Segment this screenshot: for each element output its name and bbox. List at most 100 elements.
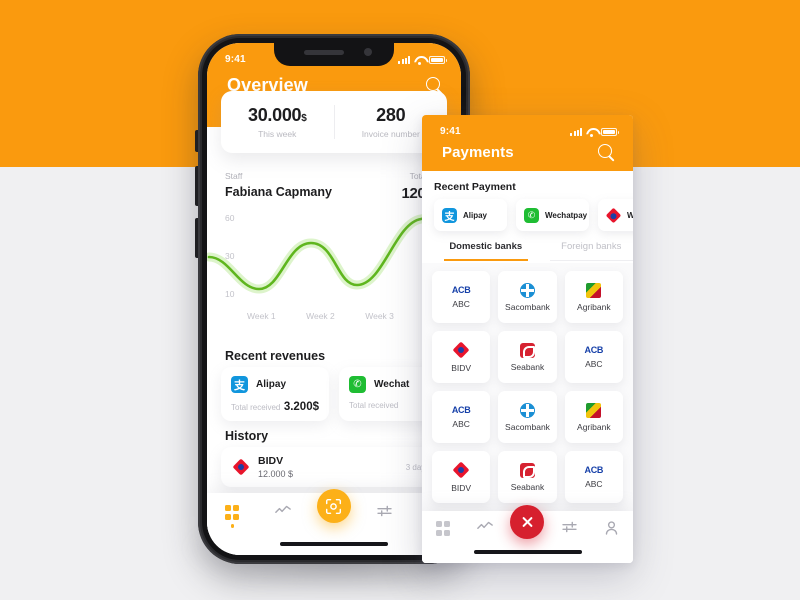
bank-cell-sacombank[interactable]: Sacombank — [498, 271, 557, 323]
alipay-logo: 支 — [231, 376, 248, 393]
nav-tab-dashboard[interactable] — [215, 505, 249, 528]
summary-stats-card: 30.000$ This week 280 Invoice number — [221, 91, 447, 153]
nav-tab-filter[interactable] — [553, 521, 587, 533]
grid-icon — [435, 521, 451, 536]
phone-volume-up-button — [195, 166, 198, 206]
payments-panel: 9:41 Payments Recent Payment 支 Alipay ✆ … — [422, 115, 633, 563]
tab-foreign-banks[interactable]: Foreign banks — [549, 241, 633, 261]
x-tick-week-3: Week 3 — [365, 311, 394, 321]
battery-icon — [601, 127, 619, 136]
wifi-icon — [414, 56, 425, 65]
battery-icon — [429, 55, 447, 64]
recent-payment-heading: Recent Payment — [434, 181, 516, 193]
stat-this-week: 30.000$ This week — [221, 105, 334, 139]
bank-cell-seabank[interactable]: Seabank — [498, 451, 557, 503]
bank-name: BIDV — [451, 482, 472, 493]
home-indicator — [280, 542, 388, 546]
history-item-bidv[interactable]: BIDV 12.000 $ 3 days a — [221, 447, 447, 487]
bank-cell-acb[interactable]: ACB ABC — [564, 451, 623, 503]
payments-bottom-nav — [422, 505, 633, 563]
filter-icon — [562, 521, 577, 533]
bank-cell-agribank[interactable]: Agribank — [564, 391, 623, 443]
grid-icon — [224, 505, 240, 520]
home-indicator — [473, 550, 582, 554]
wechat-logo: ✆ — [524, 207, 539, 223]
sacombank-logo — [519, 402, 535, 418]
close-icon — [521, 516, 534, 529]
revenue-total-label: Total received — [349, 401, 399, 410]
bank-name: ABC — [452, 299, 470, 309]
tab-domestic-banks[interactable]: Domestic banks — [444, 241, 528, 261]
staff-name: Fabiana Capmany — [225, 185, 332, 199]
history-heading: History — [225, 429, 269, 443]
bidv-logo — [605, 207, 622, 223]
close-fab-button[interactable] — [510, 505, 545, 539]
signal-bars-icon — [570, 127, 582, 136]
acb-logo: ACB — [584, 345, 604, 355]
bank-cell-agribank[interactable]: Agribank — [564, 271, 623, 323]
signal-bars-icon — [398, 55, 410, 64]
search-icon[interactable] — [598, 144, 615, 161]
analytics-line-icon — [477, 521, 494, 529]
bank-cell-acb[interactable]: ACB ABC — [432, 391, 491, 443]
bank-name: Agribank — [577, 421, 611, 432]
recent-payment-wechatpay[interactable]: ✆ Wechatpay — [516, 199, 589, 231]
scan-fab-button[interactable] — [316, 489, 351, 523]
filter-icon — [377, 505, 392, 517]
revenue-card-name: Wechat — [374, 379, 410, 390]
nav-tab-analytics[interactable] — [468, 521, 502, 531]
sacombank-logo — [519, 282, 535, 298]
acb-logo: ACB — [451, 405, 471, 415]
bidv-logo — [452, 341, 470, 359]
staff-revenue-row: Staff Total Rev Fabiana Capmany 120.00 — [225, 171, 445, 202]
payments-header: 9:41 Payments — [422, 115, 633, 171]
history-item-name: BIDV — [258, 455, 284, 467]
screenshot-canvas: 9:41 Overview 30.000$ This week 280 Invo… — [0, 0, 800, 600]
revenue-total-value: 3.200$ — [283, 401, 319, 413]
status-bar: 9:41 — [207, 43, 461, 69]
bank-name: Agribank — [577, 301, 611, 312]
analytics-line-icon — [275, 505, 292, 513]
bank-name: Sacombank — [505, 421, 550, 432]
active-tab-dot — [230, 524, 235, 528]
bank-cell-bidv[interactable]: BIDV — [432, 331, 491, 383]
stat-label: This week — [258, 129, 297, 139]
recent-payment-chips: 支 Alipay ✆ Wechatpay W — [434, 199, 633, 231]
scan-icon — [326, 498, 342, 514]
alipay-logo: 支 — [442, 207, 457, 223]
revenue-card-name: Alipay — [256, 379, 287, 390]
acb-logo: ACB — [584, 465, 604, 475]
recent-payment-bidv[interactable]: W — [598, 199, 633, 231]
nav-tab-profile[interactable] — [595, 521, 629, 535]
revenue-total-label: Total received — [231, 403, 281, 412]
bank-name: BIDV — [451, 362, 472, 373]
page-title: Payments — [442, 144, 514, 161]
bank-cell-bidv[interactable]: BIDV — [432, 451, 491, 503]
wechat-logo: ✆ — [349, 376, 366, 393]
bank-name: ABC — [452, 419, 470, 429]
nav-tab-dashboard[interactable] — [426, 521, 460, 536]
bank-cell-seabank[interactable]: Seabank — [498, 331, 557, 383]
x-tick-week-2: Week 2 — [306, 311, 335, 321]
bank-cell-acb[interactable]: ACB ABC — [432, 271, 491, 323]
bank-category-tabs: Domestic banks Foreign banks — [422, 241, 633, 261]
nav-tab-filter[interactable] — [368, 505, 402, 517]
status-bar: 9:41 — [422, 115, 633, 141]
revenue-card-alipay[interactable]: 支 Alipay Total received 3.200$ — [221, 367, 329, 421]
recent-payment-alipay[interactable]: 支 Alipay — [434, 199, 507, 231]
stat-value: 30.000$ — [247, 105, 307, 125]
nav-tab-analytics[interactable] — [266, 505, 300, 515]
chip-label: Alipay — [463, 210, 488, 220]
wifi-icon — [586, 128, 597, 137]
bank-cell-sacombank[interactable]: Sacombank — [498, 391, 557, 443]
status-icons — [398, 55, 447, 65]
bidv-logo — [232, 458, 249, 476]
seabank-logo — [519, 342, 536, 358]
status-time: 9:41 — [440, 126, 461, 137]
phone-volume-down-button — [195, 218, 198, 258]
chip-label: W — [627, 210, 633, 220]
payments-title-bar: Payments — [422, 141, 633, 161]
person-icon — [606, 521, 618, 535]
bank-name: Sacombank — [505, 301, 550, 312]
bank-cell-acb[interactable]: ACB ABC — [564, 331, 623, 383]
